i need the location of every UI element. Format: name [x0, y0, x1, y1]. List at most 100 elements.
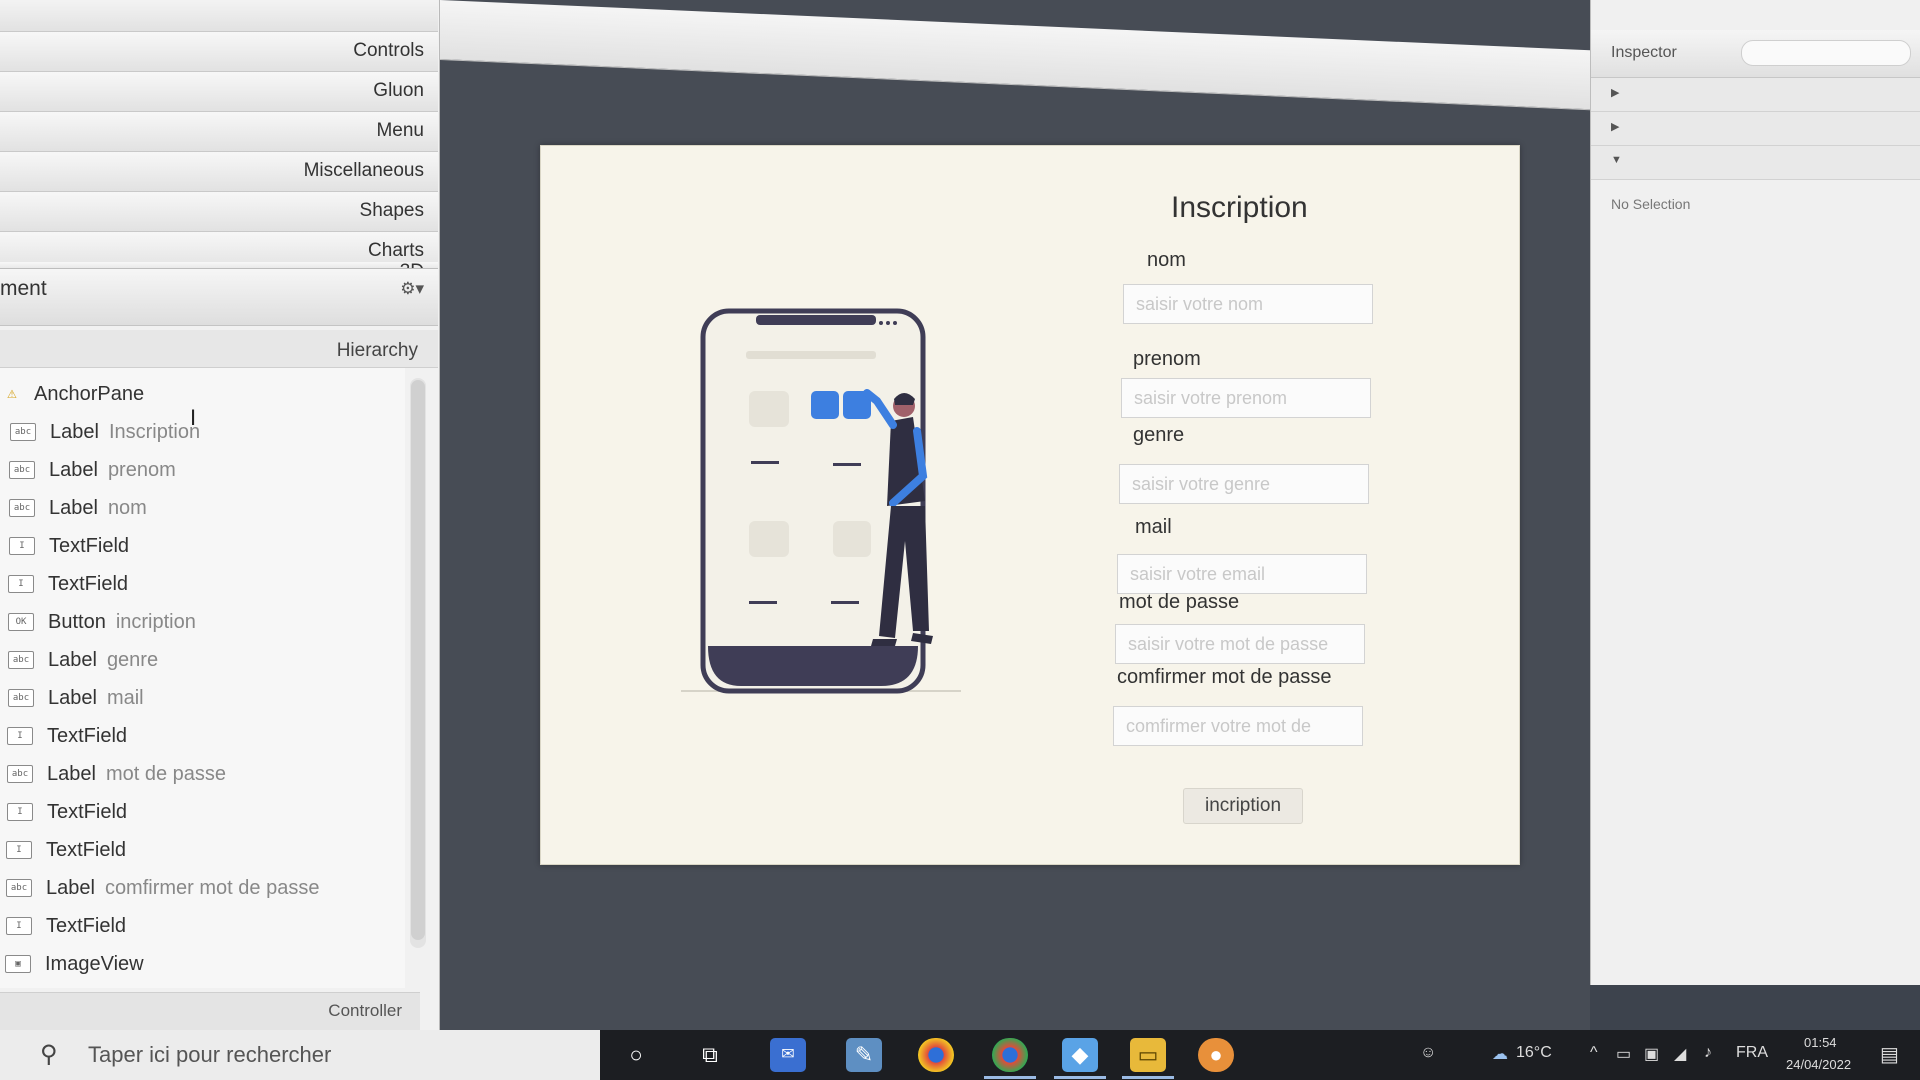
hierarchy-row[interactable]: ⚠ AnchorPane	[4, 376, 404, 412]
inspector-section-properties[interactable]: ▶	[1591, 78, 1920, 112]
anchorpane-icon: ⚠	[7, 383, 17, 402]
people-icon[interactable]: ☺	[1420, 1044, 1436, 1062]
controller-panel[interactable]: Controller	[0, 992, 420, 1030]
hierarchy-node-type: Button	[48, 610, 106, 633]
library-category-miscellaneous[interactable]: Miscellaneous	[0, 152, 438, 192]
battery-icon[interactable]: ▭	[1616, 1044, 1631, 1064]
hierarchy-row[interactable]: OK Button incription	[8, 604, 408, 640]
chevron-up-icon[interactable]: ^	[1590, 1044, 1598, 1062]
label-icon: abc	[6, 879, 32, 897]
weather-temperature[interactable]: 16°C	[1516, 1044, 1552, 1062]
mail-input[interactable]	[1117, 554, 1367, 594]
chrome-icon[interactable]	[918, 1038, 954, 1072]
controller-label: Controller	[328, 1001, 402, 1020]
inspector-header: Inspector	[1591, 30, 1920, 78]
hierarchy-scrollbar[interactable]	[410, 378, 426, 948]
library-category-gluon[interactable]: Gluon	[0, 72, 438, 112]
left-panel: Controls Gluon Menu Miscellaneous Shapes…	[0, 0, 440, 1035]
wifi-icon[interactable]: ◢	[1674, 1044, 1686, 1064]
windows-taskbar: ⚲ Taper ici pour rechercher ○ ⧉ ✉ ✎ ◆ ▭ …	[0, 1030, 1920, 1080]
textfield-icon: I	[8, 575, 34, 593]
expand-arrow-icon[interactable]: ▶	[1611, 86, 1619, 99]
clock-date[interactable]: 24/04/2022	[1786, 1057, 1851, 1072]
library-category-shapes[interactable]: Shapes	[0, 192, 438, 232]
hierarchy-node-name: Inscription	[108, 420, 201, 443]
hierarchy-list: ⚠ AnchorPane abc Label Inscription abc Label pr…	[0, 368, 405, 988]
label-comfirmer-mot-de-passe: comfirmer mot de passe	[1117, 666, 1332, 688]
inscription-button[interactable]: incription	[1183, 788, 1303, 824]
collapse-arrow-icon[interactable]: ▼	[1611, 154, 1622, 166]
signup-illustration	[681, 308, 961, 694]
nom-input[interactable]	[1123, 284, 1373, 324]
hierarchy-node-type: TextField	[47, 724, 128, 747]
hierarchy-row[interactable]: I TextField	[6, 832, 406, 868]
hierarchy-node-type: TextField	[46, 914, 127, 937]
task-view-icon[interactable]: ⧉	[692, 1038, 728, 1072]
library-category-partial[interactable]	[0, 0, 438, 32]
hierarchy-node-type: Label	[47, 762, 96, 785]
hierarchy-node-type: Label	[49, 496, 98, 519]
hierarchy-node-name: mot de passe	[105, 762, 227, 785]
hierarchy-row[interactable]: abc Label Inscription	[10, 414, 410, 450]
hierarchy-node-type: TextField	[49, 534, 130, 557]
hierarchy-node-type: ImageView	[45, 952, 144, 975]
textfield-icon: I	[6, 841, 32, 859]
library-category-menu[interactable]: Menu	[0, 112, 438, 152]
scrollbar-thumb[interactable]	[411, 380, 425, 940]
inspector-section-layout[interactable]: ▶	[1591, 112, 1920, 146]
hierarchy-node-type: Label	[48, 686, 97, 709]
hierarchy-row[interactable]: abc Label mail	[8, 680, 408, 716]
label-icon: abc	[8, 689, 34, 707]
hierarchy-row[interactable]: I TextField	[7, 794, 407, 830]
text-cursor-icon: I	[190, 405, 197, 430]
hierarchy-node-type: AnchorPane	[34, 382, 145, 405]
label-nom: nom	[1147, 249, 1186, 271]
textfield-icon: I	[6, 917, 32, 935]
hierarchy-title: Hierarchy	[336, 340, 418, 361]
confirm-password-input[interactable]	[1113, 706, 1363, 746]
form-preview[interactable]: Inscription nom prenom genre mail mot de…	[540, 145, 1520, 865]
taskbar-search-placeholder: Taper ici pour rechercher	[88, 1042, 332, 1067]
hierarchy-row[interactable]: ▣ ImageView	[5, 946, 405, 982]
hierarchy-row[interactable]: abc Label genre	[8, 642, 408, 678]
label-prenom: prenom	[1133, 348, 1201, 370]
app-circle-icon[interactable]: ●	[1198, 1038, 1234, 1072]
hierarchy-row[interactable]: abc Label prenom	[9, 452, 409, 488]
password-input[interactable]	[1115, 624, 1365, 664]
hierarchy-row[interactable]: I TextField	[8, 566, 408, 602]
hierarchy-row[interactable]: abc Label nom	[9, 490, 409, 526]
textfield-icon: I	[9, 537, 35, 555]
box-app-icon[interactable]: ◆	[1062, 1038, 1098, 1072]
chrome-profile-icon[interactable]	[992, 1038, 1028, 1072]
clock-time[interactable]: 01:54	[1804, 1035, 1837, 1050]
expand-arrow-icon[interactable]: ▶	[1611, 120, 1619, 133]
mail-app-icon[interactable]: ✉	[770, 1038, 806, 1072]
label-icon: abc	[8, 651, 34, 669]
hierarchy-row[interactable]: I TextField	[7, 718, 407, 754]
hierarchy-row[interactable]: I TextField	[6, 908, 406, 944]
inspector-section-code[interactable]: ▼	[1591, 146, 1920, 180]
label-icon: abc	[10, 423, 36, 441]
file-explorer-icon[interactable]: ▭	[1130, 1038, 1166, 1072]
hierarchy-node-type: Label	[46, 876, 95, 899]
label-icon: abc	[9, 461, 35, 479]
textfield-icon: I	[7, 727, 33, 745]
cortana-icon[interactable]: ○	[618, 1038, 654, 1072]
notification-icon[interactable]: ▤	[1880, 1042, 1899, 1067]
volume-icon[interactable]: ♪	[1704, 1044, 1712, 1062]
genre-input[interactable]	[1119, 464, 1369, 504]
language-indicator[interactable]: FRA	[1736, 1044, 1768, 1062]
form-title: Inscription	[1171, 191, 1308, 224]
label-icon: abc	[7, 765, 33, 783]
weather-cloud-icon[interactable]: ☁	[1492, 1044, 1508, 1064]
inspector-search-input[interactable]	[1741, 40, 1911, 66]
scene-builder-app-icon[interactable]: ✎	[846, 1038, 882, 1072]
prenom-input[interactable]	[1121, 378, 1371, 418]
hierarchy-row[interactable]: I TextField	[9, 528, 409, 564]
hierarchy-row[interactable]: abc Label mot de passe	[7, 756, 407, 792]
taskbar-search-box[interactable]: ⚲ Taper ici pour rechercher	[0, 1030, 600, 1080]
library-category-controls[interactable]: Controls	[0, 32, 438, 72]
network-icon[interactable]: ▣	[1644, 1044, 1659, 1064]
hierarchy-row[interactable]: abc Label comfirmer mot de passe	[6, 870, 406, 906]
gear-icon[interactable]: ⚙▾	[400, 279, 424, 299]
